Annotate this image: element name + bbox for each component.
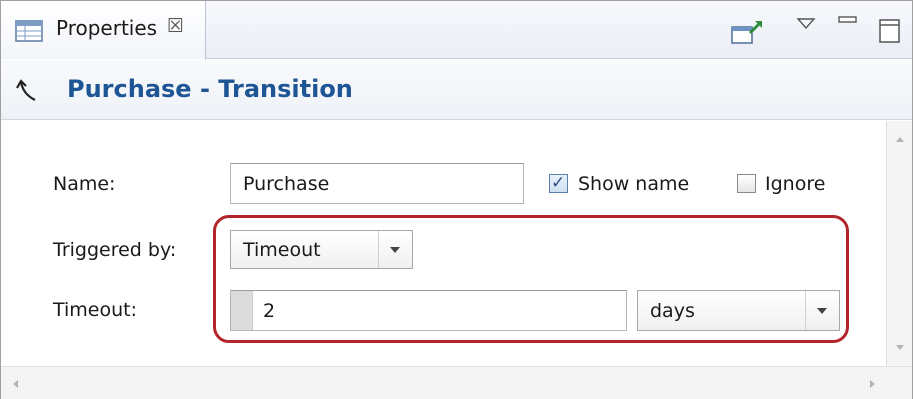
name-input[interactable]: Purchase bbox=[230, 163, 524, 204]
show-name-checkbox[interactable]: ✓ bbox=[549, 173, 568, 193]
minimize-icon[interactable] bbox=[837, 13, 859, 27]
horizontal-scrollbar[interactable] bbox=[1, 366, 912, 399]
close-icon[interactable]: ☒ bbox=[167, 15, 184, 37]
properties-view: Properties ☒ Purchase - Transition Name: bbox=[0, 0, 913, 399]
vertical-scrollbar[interactable] bbox=[886, 121, 912, 366]
timeout-label: Timeout: bbox=[53, 299, 138, 321]
scroll-right-icon[interactable] bbox=[869, 379, 877, 389]
page-title: Purchase - Transition bbox=[67, 75, 353, 103]
scroll-up-icon[interactable] bbox=[895, 135, 905, 143]
scroll-down-icon[interactable] bbox=[895, 344, 905, 352]
name-label: Name: bbox=[53, 173, 116, 195]
maximize-icon[interactable] bbox=[877, 17, 903, 45]
scroll-left-icon[interactable] bbox=[11, 379, 19, 389]
show-name-label: Show name bbox=[578, 173, 690, 195]
properties-table-icon bbox=[15, 20, 43, 42]
name-value: Purchase bbox=[243, 172, 330, 195]
ignore-checkbox[interactable] bbox=[737, 174, 756, 193]
tab-properties[interactable]: Properties ☒ bbox=[1, 1, 206, 60]
pin-editor-icon[interactable] bbox=[730, 19, 764, 47]
ignore-label: Ignore bbox=[765, 173, 826, 195]
tab-label: Properties bbox=[56, 16, 158, 40]
view-menu-icon[interactable] bbox=[796, 17, 816, 31]
highlight-outline bbox=[213, 215, 849, 343]
section-header: Purchase - Transition bbox=[1, 60, 912, 120]
tab-bar: Properties ☒ bbox=[1, 1, 912, 60]
checkmark-icon: ✓ bbox=[551, 173, 566, 193]
triggered-by-label: Triggered by: bbox=[53, 239, 177, 261]
transition-arrow-icon bbox=[16, 79, 36, 101]
